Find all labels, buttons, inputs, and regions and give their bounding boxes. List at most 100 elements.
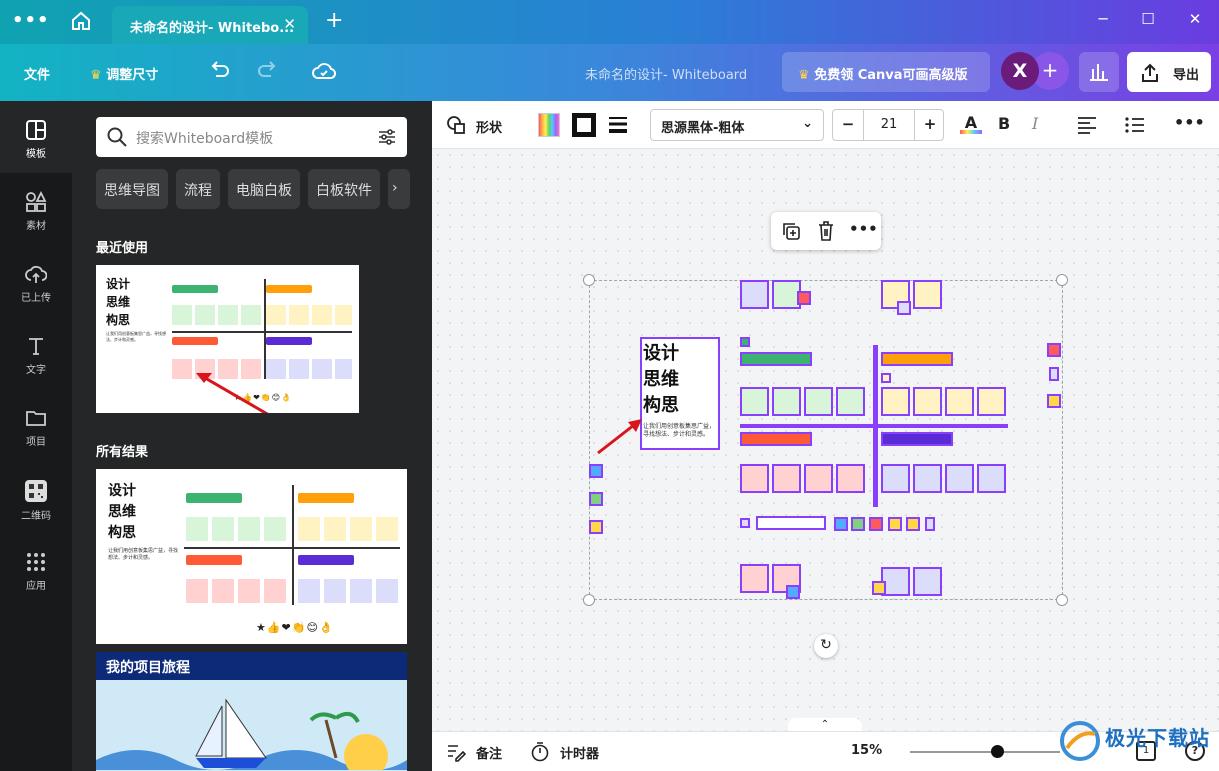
notes-button[interactable]: 备注 [476, 743, 502, 762]
sticker[interactable] [740, 337, 750, 347]
sticky-note[interactable] [740, 280, 769, 309]
smile-sticker[interactable] [906, 517, 920, 531]
increase-font-size-button[interactable]: + [915, 115, 945, 133]
star-sticker[interactable] [589, 464, 603, 478]
sticky-note[interactable] [836, 464, 865, 493]
sticky-note[interactable] [772, 387, 801, 416]
sticky-note[interactable] [881, 464, 910, 493]
sticky-note[interactable] [913, 464, 942, 493]
minimize-icon[interactable]: ─ [1088, 10, 1118, 28]
chip-flow[interactable]: 流程 [176, 169, 220, 209]
font-family-select[interactable]: 思源黑体-粗体 ⌄ [650, 109, 824, 141]
document-tab[interactable]: 未命名的设计- Whitebo... ✕ [112, 6, 308, 44]
orange-header-bar[interactable] [881, 352, 953, 366]
sticky-note[interactable] [772, 464, 801, 493]
font-size-stepper[interactable]: − 21 + [832, 109, 944, 141]
more-menu-icon[interactable]: ••• [12, 10, 50, 31]
sticky-note[interactable] [740, 464, 769, 493]
thumbs-up-sticker[interactable] [589, 492, 603, 506]
sticky-note[interactable] [804, 387, 833, 416]
export-button[interactable]: 导出 [1127, 52, 1211, 92]
sticky-note[interactable] [977, 464, 1006, 493]
smile-sticker[interactable] [589, 520, 603, 534]
chip-whiteboard-software[interactable]: 白板软件 [308, 169, 380, 209]
zoom-slider-track[interactable] [910, 751, 1060, 753]
document-title[interactable]: 未命名的设计- Whiteboard [585, 64, 747, 83]
text-color-icon[interactable]: A [960, 113, 982, 139]
rail-item-elements[interactable]: 素材 [0, 173, 72, 245]
heart-sticker[interactable] [1047, 343, 1061, 357]
sticky-note[interactable] [836, 387, 865, 416]
clap-sticker[interactable] [888, 517, 902, 531]
close-tab-icon[interactable]: ✕ [283, 15, 296, 33]
file-menu[interactable]: 文件 [24, 64, 50, 83]
green-header-bar[interactable] [740, 352, 812, 366]
align-left-icon[interactable] [1076, 115, 1098, 139]
premium-button[interactable]: ♛ 免费领 Canva可画高级版 [782, 52, 990, 92]
star-sticker[interactable] [834, 517, 848, 531]
sticky-note[interactable] [881, 387, 910, 416]
sticky-note[interactable] [913, 567, 942, 596]
sticky-note[interactable] [945, 387, 974, 416]
shapes-icon[interactable] [446, 115, 466, 139]
italic-icon[interactable]: I [1032, 114, 1038, 133]
fill-color-swatch[interactable] [538, 113, 560, 137]
red-header-bar[interactable] [740, 432, 812, 446]
reaction-caption[interactable] [756, 516, 826, 530]
chip-mindmap[interactable]: 思维导图 [96, 169, 168, 209]
decrease-font-size-button[interactable]: − [833, 115, 863, 133]
template-search-input[interactable]: 搜索Whiteboard模板 [96, 117, 407, 157]
sticky-note[interactable] [740, 387, 769, 416]
timer-icon[interactable] [530, 741, 550, 767]
redo-icon[interactable] [255, 60, 279, 86]
resize-button[interactable]: ♛ 调整尺寸 [90, 64, 158, 83]
ok-sticker[interactable] [1049, 367, 1059, 381]
home-icon[interactable] [70, 10, 98, 34]
zoom-level[interactable]: 15% [851, 743, 882, 758]
font-size-value[interactable]: 21 [863, 110, 915, 140]
border-weight-icon[interactable] [608, 115, 628, 139]
delete-icon[interactable] [816, 220, 836, 246]
new-tab-button[interactable]: + [325, 8, 343, 33]
rail-item-uploads[interactable]: 已上传 [0, 245, 72, 317]
sticky-note[interactable] [804, 464, 833, 493]
thumbs-up-sticker[interactable] [851, 517, 865, 531]
zoom-slider-handle[interactable] [991, 745, 1004, 758]
heart-sticker[interactable] [869, 517, 883, 531]
template-result-project-journey[interactable]: 我的项目旅程 [96, 652, 407, 771]
template-result-design-thinking[interactable]: 设计 思维 构思 让我们用创意板集思广益，寻找想法、步计和灵感。 ★👍❤👏😊👌 [96, 469, 407, 644]
resize-handle[interactable] [583, 274, 595, 286]
insights-button[interactable] [1079, 52, 1119, 92]
resize-handle[interactable] [583, 594, 595, 606]
border-style-button[interactable] [572, 113, 596, 137]
timer-button[interactable]: 计时器 [560, 743, 599, 762]
cloud-saved-icon[interactable] [312, 60, 337, 86]
notes-icon[interactable] [446, 742, 467, 766]
sticky-note[interactable] [913, 387, 942, 416]
rail-item-apps[interactable]: 应用 [0, 533, 72, 605]
rail-item-templates[interactable]: 模板 [0, 101, 72, 173]
emoji-sticker[interactable] [872, 581, 886, 595]
sticky-note[interactable] [945, 464, 974, 493]
sticky-note[interactable] [740, 564, 769, 593]
undo-icon[interactable] [208, 60, 232, 86]
rail-item-text[interactable]: 文字 [0, 317, 72, 389]
rail-item-qrcode[interactable]: 二维码 [0, 461, 72, 533]
rail-item-projects[interactable]: 项目 [0, 389, 72, 461]
rotate-handle-icon[interactable]: ↻ [814, 634, 838, 658]
recent-template-thumb[interactable]: 设计 思维 构思 让我们用创意板集思广益，寻找想法、步计和灵感。 ★👍❤👏😊👌 [96, 265, 359, 413]
chip-pc-whiteboard[interactable]: 电脑白板 [228, 169, 300, 209]
more-icon[interactable]: ••• [849, 220, 878, 238]
heart-sticker[interactable] [797, 291, 811, 305]
sticker[interactable] [881, 373, 891, 383]
sticker[interactable] [740, 518, 750, 528]
duplicate-icon[interactable] [781, 221, 801, 245]
clap-sticker[interactable] [1047, 394, 1061, 408]
more-options-icon[interactable]: ••• [1174, 113, 1205, 132]
chip-scroll-right-icon[interactable]: › [388, 169, 410, 209]
shape-button[interactable]: 形状 [476, 117, 502, 136]
sticky-note[interactable] [913, 280, 942, 309]
bold-icon[interactable]: B [998, 114, 1010, 133]
resize-handle[interactable] [1056, 594, 1068, 606]
maximize-icon[interactable]: ☐ [1133, 10, 1163, 28]
